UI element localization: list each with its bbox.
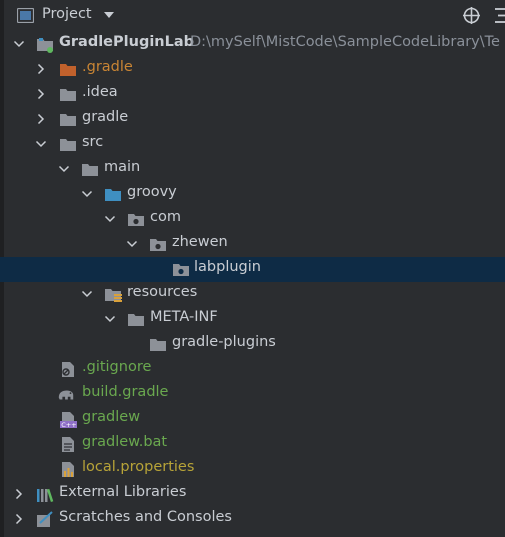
project-tool-window-header: Project bbox=[0, 0, 505, 32]
chevron-down-icon[interactable] bbox=[35, 138, 47, 150]
root-project-path: D:\mySelf\MistCode\SampleCodeLibrary\Te bbox=[190, 34, 500, 50]
ignore-file-icon bbox=[62, 362, 74, 377]
tree-row-dot-gradle[interactable]: .gradle bbox=[0, 57, 505, 82]
folder-icon bbox=[128, 314, 144, 326]
tree-row-root[interactable]: GradlePluginLab D:\mySelf\MistCode\Sampl… bbox=[0, 32, 505, 57]
tree-row-local-properties[interactable]: local.properties bbox=[0, 457, 505, 482]
chevron-down-icon[interactable] bbox=[13, 38, 25, 50]
chevron-down-icon[interactable] bbox=[81, 288, 93, 300]
tree-row-src[interactable]: src bbox=[0, 132, 505, 157]
text-file-icon bbox=[62, 437, 74, 452]
tree-item-label: zhewen bbox=[172, 234, 228, 250]
tree-row-resources[interactable]: resources bbox=[0, 282, 505, 307]
folder-icon bbox=[82, 164, 98, 176]
chevron-right-icon[interactable] bbox=[35, 113, 47, 125]
tree-item-label: main bbox=[104, 159, 141, 175]
tree-item-label: META-INF bbox=[150, 309, 218, 325]
chevron-down-icon[interactable] bbox=[103, 10, 115, 20]
chevron-down-icon[interactable] bbox=[126, 238, 138, 250]
tree-item-label: gradle-plugins bbox=[172, 334, 276, 350]
chevron-right-icon[interactable] bbox=[35, 63, 47, 75]
folder-icon bbox=[60, 139, 76, 151]
tree-item-label: com bbox=[150, 209, 181, 225]
tree-row-meta-inf[interactable]: META-INF bbox=[0, 307, 505, 332]
package-folder-icon bbox=[128, 214, 144, 226]
chevron-down-icon[interactable] bbox=[104, 313, 116, 325]
tree-item-label: groovy bbox=[127, 184, 177, 200]
tree-item-label: build.gradle bbox=[82, 384, 169, 400]
tree-row-zhewen[interactable]: zhewen bbox=[0, 232, 505, 257]
tree-row-main[interactable]: main bbox=[0, 157, 505, 182]
tree-item-label: gradlew bbox=[82, 409, 141, 425]
tree-row-groovy[interactable]: groovy bbox=[0, 182, 505, 207]
chevron-right-icon[interactable] bbox=[35, 88, 47, 100]
external-libraries-icon bbox=[37, 488, 54, 503]
tree-row-gradle-plugins[interactable]: gradle-plugins bbox=[0, 332, 505, 357]
excluded-folder-icon bbox=[60, 64, 76, 76]
package-folder-icon bbox=[150, 239, 166, 251]
module-folder-icon bbox=[37, 38, 53, 53]
tree-row-build-gradle[interactable]: build.gradle bbox=[0, 382, 505, 407]
tree-row-idea[interactable]: .idea bbox=[0, 82, 505, 107]
tree-row-gradle[interactable]: gradle bbox=[0, 107, 505, 132]
scratches-icon bbox=[37, 511, 53, 527]
tree-row-gradlew-bat[interactable]: gradlew.bat bbox=[0, 432, 505, 457]
properties-file-icon bbox=[62, 462, 74, 477]
tree-item-label: src bbox=[82, 134, 104, 150]
tree-item-label: .idea bbox=[82, 84, 118, 100]
tree-row-com[interactable]: com bbox=[0, 207, 505, 232]
tree-row-external-libraries[interactable]: External Libraries bbox=[0, 482, 505, 507]
tree-row-scratches-and-consoles[interactable]: Scratches and Consoles bbox=[0, 507, 505, 532]
package-folder-icon bbox=[173, 264, 189, 276]
tree-item-label: gradle bbox=[82, 109, 129, 125]
chevron-down-icon[interactable] bbox=[81, 188, 93, 200]
project-panel-icon[interactable] bbox=[17, 8, 34, 23]
tree-item-label: External Libraries bbox=[59, 484, 187, 500]
tree-item-label: .gitignore bbox=[82, 359, 152, 375]
tree-item-label: .gradle bbox=[82, 59, 133, 75]
project-view-title[interactable]: Project bbox=[42, 6, 92, 22]
tree-row-gitignore[interactable]: .gitignore bbox=[0, 357, 505, 382]
tree-item-label: labplugin bbox=[194, 259, 261, 275]
folder-icon bbox=[150, 339, 166, 351]
chevron-down-icon[interactable] bbox=[104, 213, 116, 225]
chevron-right-icon[interactable] bbox=[13, 513, 25, 525]
tree-item-label: Scratches and Consoles bbox=[59, 509, 232, 525]
cpp-file-icon: C++ bbox=[60, 412, 77, 428]
folder-icon bbox=[60, 89, 76, 101]
resources-folder-icon bbox=[105, 289, 122, 302]
locate-target-icon[interactable] bbox=[462, 6, 481, 25]
more-icon[interactable] bbox=[493, 6, 505, 25]
source-folder-icon bbox=[105, 189, 121, 201]
tree-item-label: resources bbox=[127, 284, 198, 300]
folder-icon bbox=[60, 114, 76, 126]
tree-item-label: local.properties bbox=[82, 459, 195, 475]
chevron-down-icon[interactable] bbox=[58, 163, 70, 175]
chevron-right-icon[interactable] bbox=[13, 488, 25, 500]
tree-row-gradlew[interactable]: C++ gradlew bbox=[0, 407, 505, 432]
tree-row-labplugin[interactable]: labplugin bbox=[0, 257, 505, 282]
root-project-label: GradlePluginLab bbox=[59, 34, 195, 50]
gradle-elephant-icon bbox=[58, 390, 74, 400]
svg-text:C++: C++ bbox=[61, 421, 76, 428]
tree-item-label: gradlew.bat bbox=[82, 434, 168, 450]
